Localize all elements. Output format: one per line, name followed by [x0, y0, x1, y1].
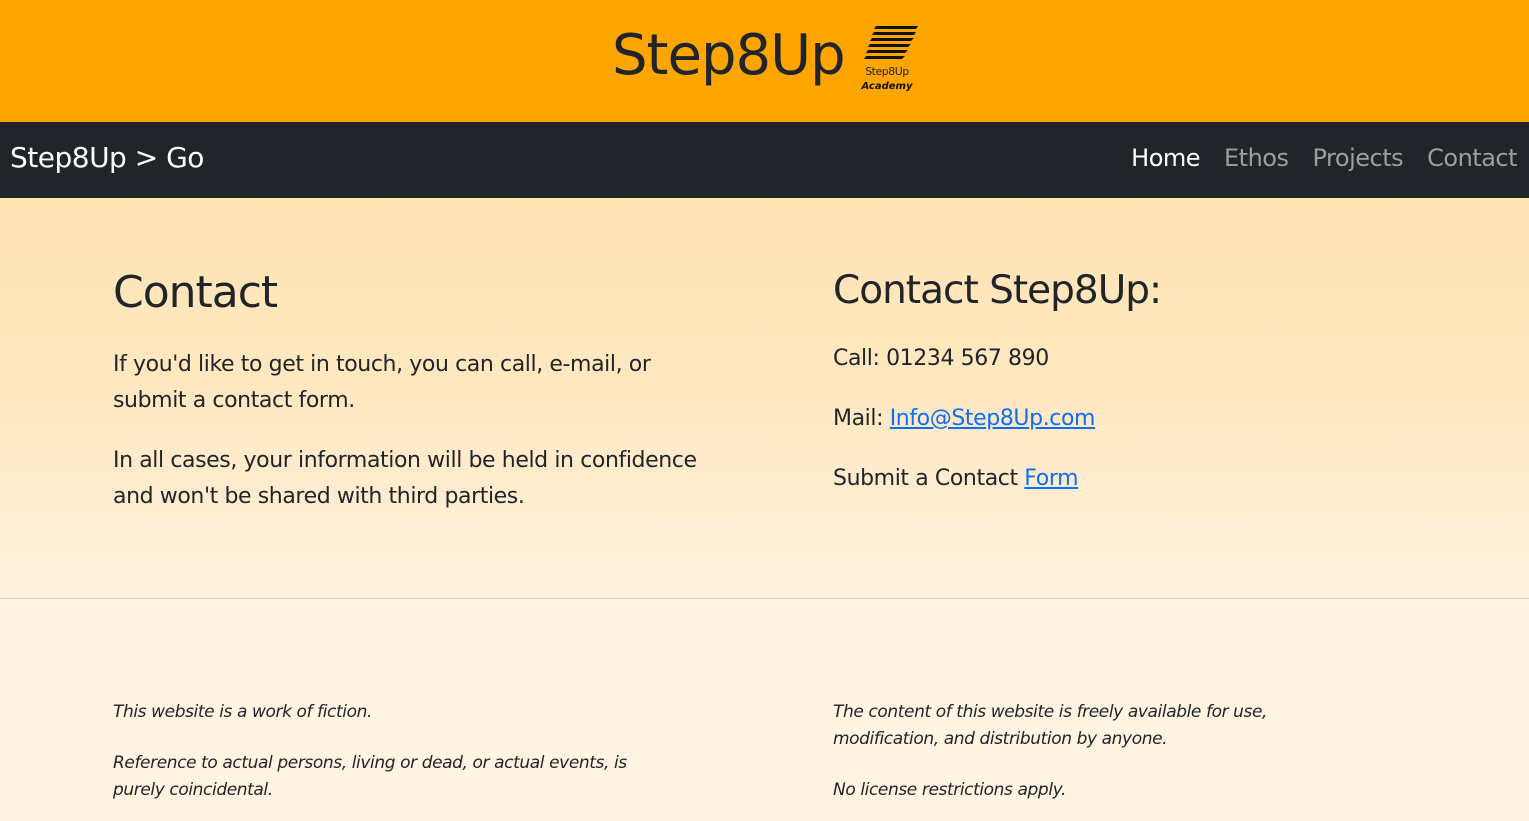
footer-license-text: The content of this website is freely av… [833, 702, 1268, 749]
nav-link-ethos[interactable]: Ethos [1212, 142, 1300, 174]
contact-heading: Contact Step8Up: [833, 268, 1162, 313]
email-link[interactable]: Info@Step8Up.com [890, 406, 1096, 431]
intro-paragraph: If you'd like to get in touch, you can c… [113, 352, 651, 413]
nav-link-projects[interactable]: Projects [1301, 142, 1416, 174]
contact-details-section: Contact Step8Up: Call: 01234 567 890 Mai… [833, 262, 1433, 491]
mail-line: Mail: Info@Step8Up.com [833, 401, 1095, 437]
section-divider [0, 598, 1529, 599]
header-banner: Step8Up Step8Up Academy [0, 0, 1529, 122]
phone-line: Call: 01234 567 890 [833, 346, 1049, 371]
nav-link-home[interactable]: Home [1119, 142, 1212, 174]
footer-disclaimer-coincidence: Reference to actual persons, living or d… [113, 753, 627, 800]
page-title: Contact [113, 267, 278, 318]
nav-link-contact[interactable]: Contact [1415, 142, 1517, 174]
footer-disclaimer-fiction: This website is a work of fiction. [113, 702, 372, 722]
site-title: Step8Up [612, 23, 846, 88]
contact-intro-section: Contact If you'd like to get in touch, y… [113, 262, 713, 509]
nav-links: Home Ethos Projects Contact [1119, 142, 1517, 174]
privacy-paragraph: In all cases, your information will be h… [113, 448, 697, 509]
form-line: Submit a Contact Form [833, 461, 1079, 497]
academy-logo[interactable]: Step8Up Academy [858, 24, 922, 96]
stairs-icon [864, 26, 918, 59]
page: Step8Up Step8Up Academy Step8Up > Go Hom… [0, 0, 1529, 821]
logo-text: Step8Up [865, 65, 909, 78]
form-label: Submit a Contact [833, 466, 1025, 491]
navbar-brand[interactable]: Step8Up > Go [10, 140, 204, 176]
navbar: Step8Up > Go Home Ethos Projects Contact [0, 122, 1529, 198]
mail-label: Mail: [833, 406, 890, 431]
footer-license-note: No license restrictions apply. [833, 780, 1066, 800]
logo-subtext: Academy [861, 81, 913, 92]
contact-form-link[interactable]: Form [1024, 466, 1078, 491]
